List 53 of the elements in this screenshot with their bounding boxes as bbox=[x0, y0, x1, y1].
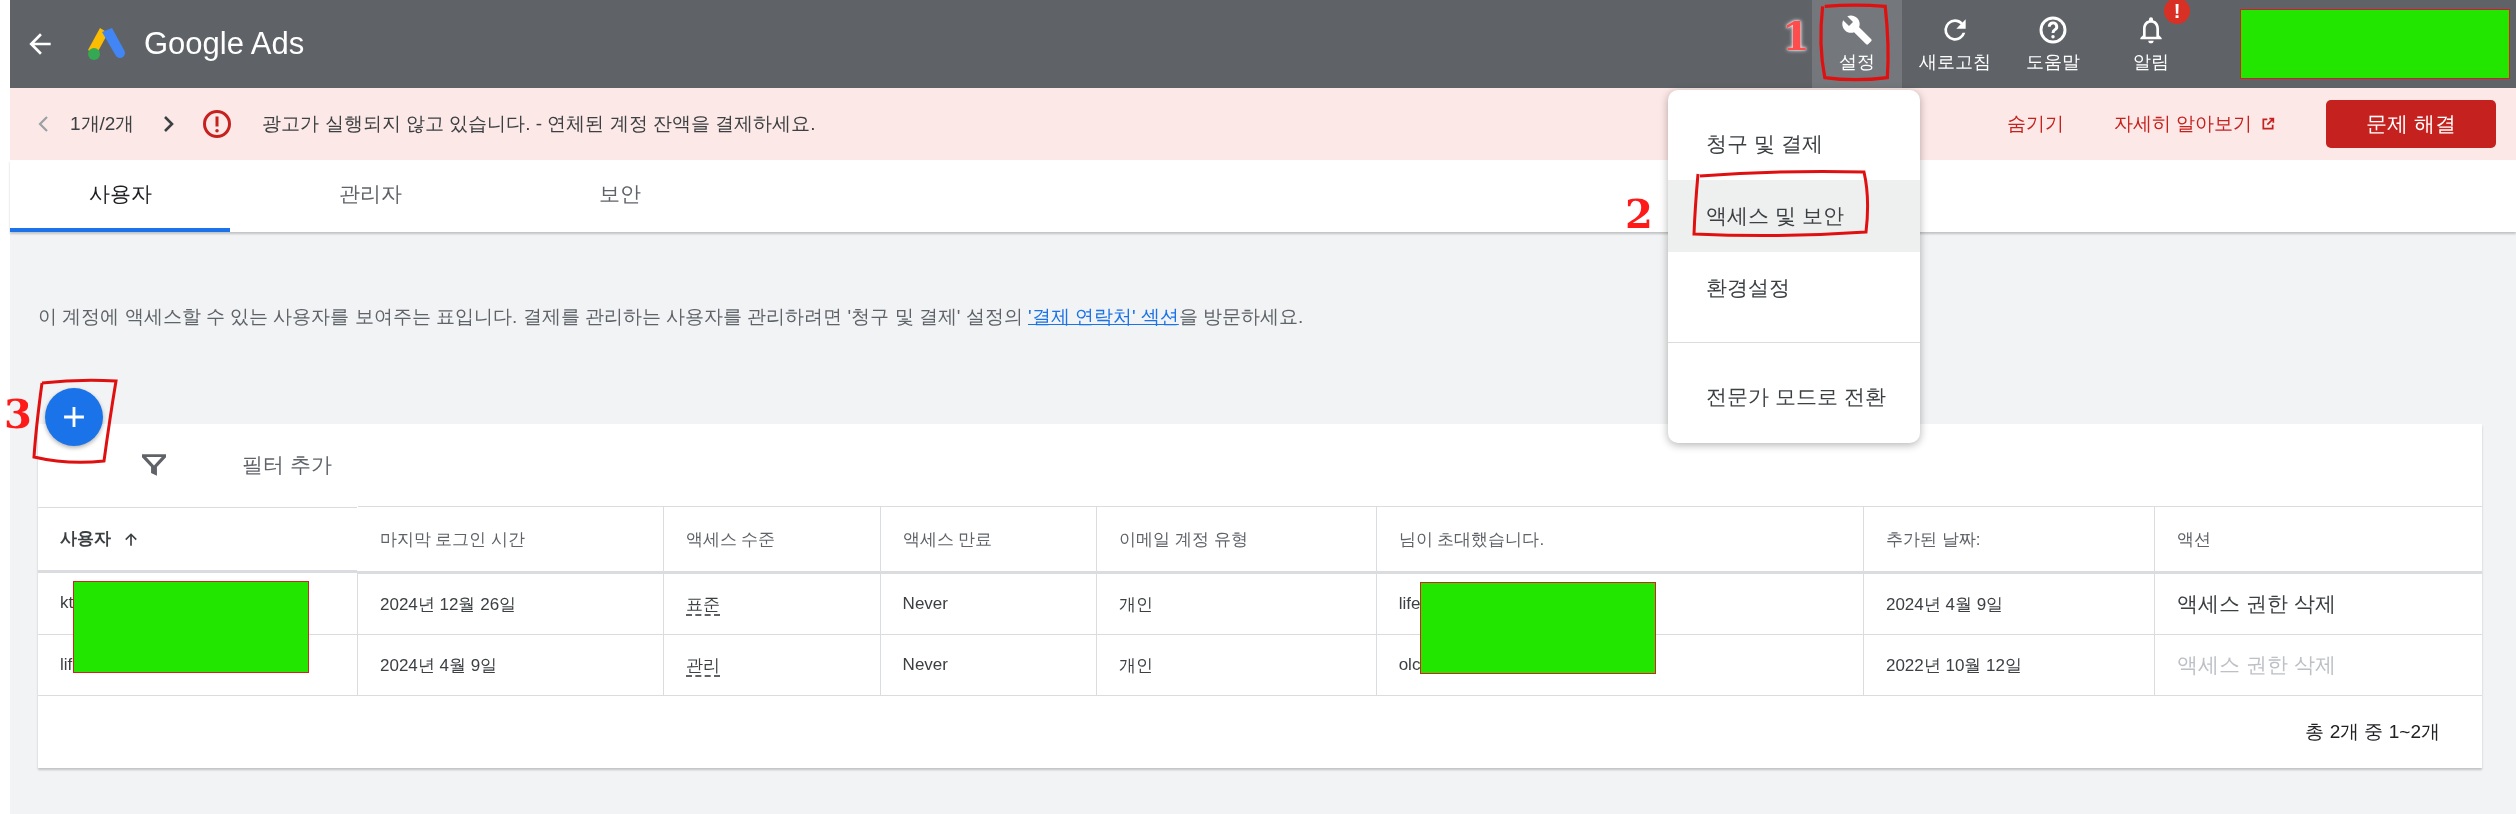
column-header[interactable]: 사용자 bbox=[38, 506, 357, 573]
wrench-icon bbox=[1841, 14, 1873, 46]
table-cell: 2024년 4월 9일 bbox=[1863, 572, 2155, 635]
logo-icon bbox=[86, 26, 126, 62]
menu-item[interactable]: 청구 및 결제 bbox=[1668, 108, 1920, 180]
product-name: Google Ads bbox=[144, 26, 305, 62]
pagination-text: 총 2개 중 1~2개 bbox=[2305, 720, 2440, 744]
fix-issue-button[interactable]: 문제 해결 bbox=[2326, 100, 2496, 148]
column-header[interactable]: 이메일 계정 유형 bbox=[1096, 506, 1377, 573]
table-cell: life bbox=[1398, 594, 1421, 613]
description-text: 이 계정에 액세스할 수 있는 사용자를 보여주는 표입니다. 결제를 관리하는 사용자를 관리하려면 '청구 및 결제' 설정의 '결제 연락처' 섹션을 방문하세요. bbox=[38, 305, 1305, 329]
column-header[interactable]: 액세스 수준 bbox=[663, 506, 881, 573]
remove-access-link[interactable]: 액세스 권한 삭제 bbox=[2177, 592, 2337, 615]
alert-counter: 1개/2개 bbox=[70, 112, 135, 136]
access-level-text[interactable]: 관리 bbox=[685, 655, 720, 677]
table-cell: Never bbox=[880, 634, 1097, 696]
menu-item[interactable]: 환경설정 bbox=[1668, 252, 1920, 324]
column-header[interactable]: 액션 bbox=[2154, 506, 2482, 573]
toolbar-button[interactable]: 새로고침 bbox=[1910, 0, 2000, 88]
annotation-number: 2 bbox=[1625, 190, 1653, 237]
table-cell: 개인 bbox=[1096, 634, 1377, 696]
column-header[interactable]: 추가된 날짜: bbox=[1863, 506, 2155, 573]
table-cell: Never bbox=[880, 572, 1097, 635]
toolbar-button[interactable]: 도움말 bbox=[2008, 0, 2098, 88]
annotation-number: 1 bbox=[1782, 12, 1810, 59]
menu-item[interactable]: 전문가 모드로 전환 bbox=[1668, 361, 1920, 433]
add-user-button[interactable] bbox=[45, 388, 103, 446]
toolbar-button[interactable]: 알림 ! bbox=[2106, 0, 2196, 88]
tab[interactable]: 사용자 bbox=[10, 160, 230, 232]
menu-item[interactable]: 액세스 및 보안 bbox=[1668, 180, 1920, 252]
access-level-text[interactable]: 표준 bbox=[685, 594, 720, 616]
hide-link[interactable]: 숨기기 bbox=[2006, 111, 2064, 137]
tab[interactable]: 관리자 bbox=[260, 160, 480, 232]
table-cell: 2022년 10월 12일 bbox=[1863, 634, 2155, 696]
column-title: 사용자 bbox=[60, 528, 111, 550]
table-cell: 개인 bbox=[1096, 572, 1377, 635]
error-icon bbox=[202, 109, 233, 139]
contact-section-link[interactable]: '결제 연락처' 섹션 bbox=[1028, 306, 1179, 327]
alert-badge: ! bbox=[2164, 0, 2190, 24]
annotation-number: 3 bbox=[4, 390, 32, 437]
column-header[interactable]: 님이 초대했습니다. bbox=[1376, 506, 1864, 573]
tab[interactable]: 보안 bbox=[510, 160, 730, 232]
table-cell: 2024년 12월 26일 bbox=[357, 572, 664, 635]
table-cell: olc bbox=[1398, 655, 1421, 674]
table-cell: 2024년 4월 9일 bbox=[357, 634, 664, 696]
column-header[interactable]: 액세스 만료 bbox=[880, 506, 1097, 573]
alert-message: 광고가 실행되지 않고 있습니다. - 연체된 계정 잔액을 결제하세요. bbox=[262, 112, 816, 136]
table-cell: lif bbox=[60, 655, 73, 674]
external-link-icon bbox=[2260, 116, 2277, 132]
help-icon bbox=[2037, 14, 2069, 46]
column-header[interactable]: 마지막 로그인 시간 bbox=[357, 506, 664, 573]
table-cell: kt bbox=[60, 593, 74, 613]
learn-more-link[interactable]: 자세히 알아보기 bbox=[2113, 111, 2277, 137]
